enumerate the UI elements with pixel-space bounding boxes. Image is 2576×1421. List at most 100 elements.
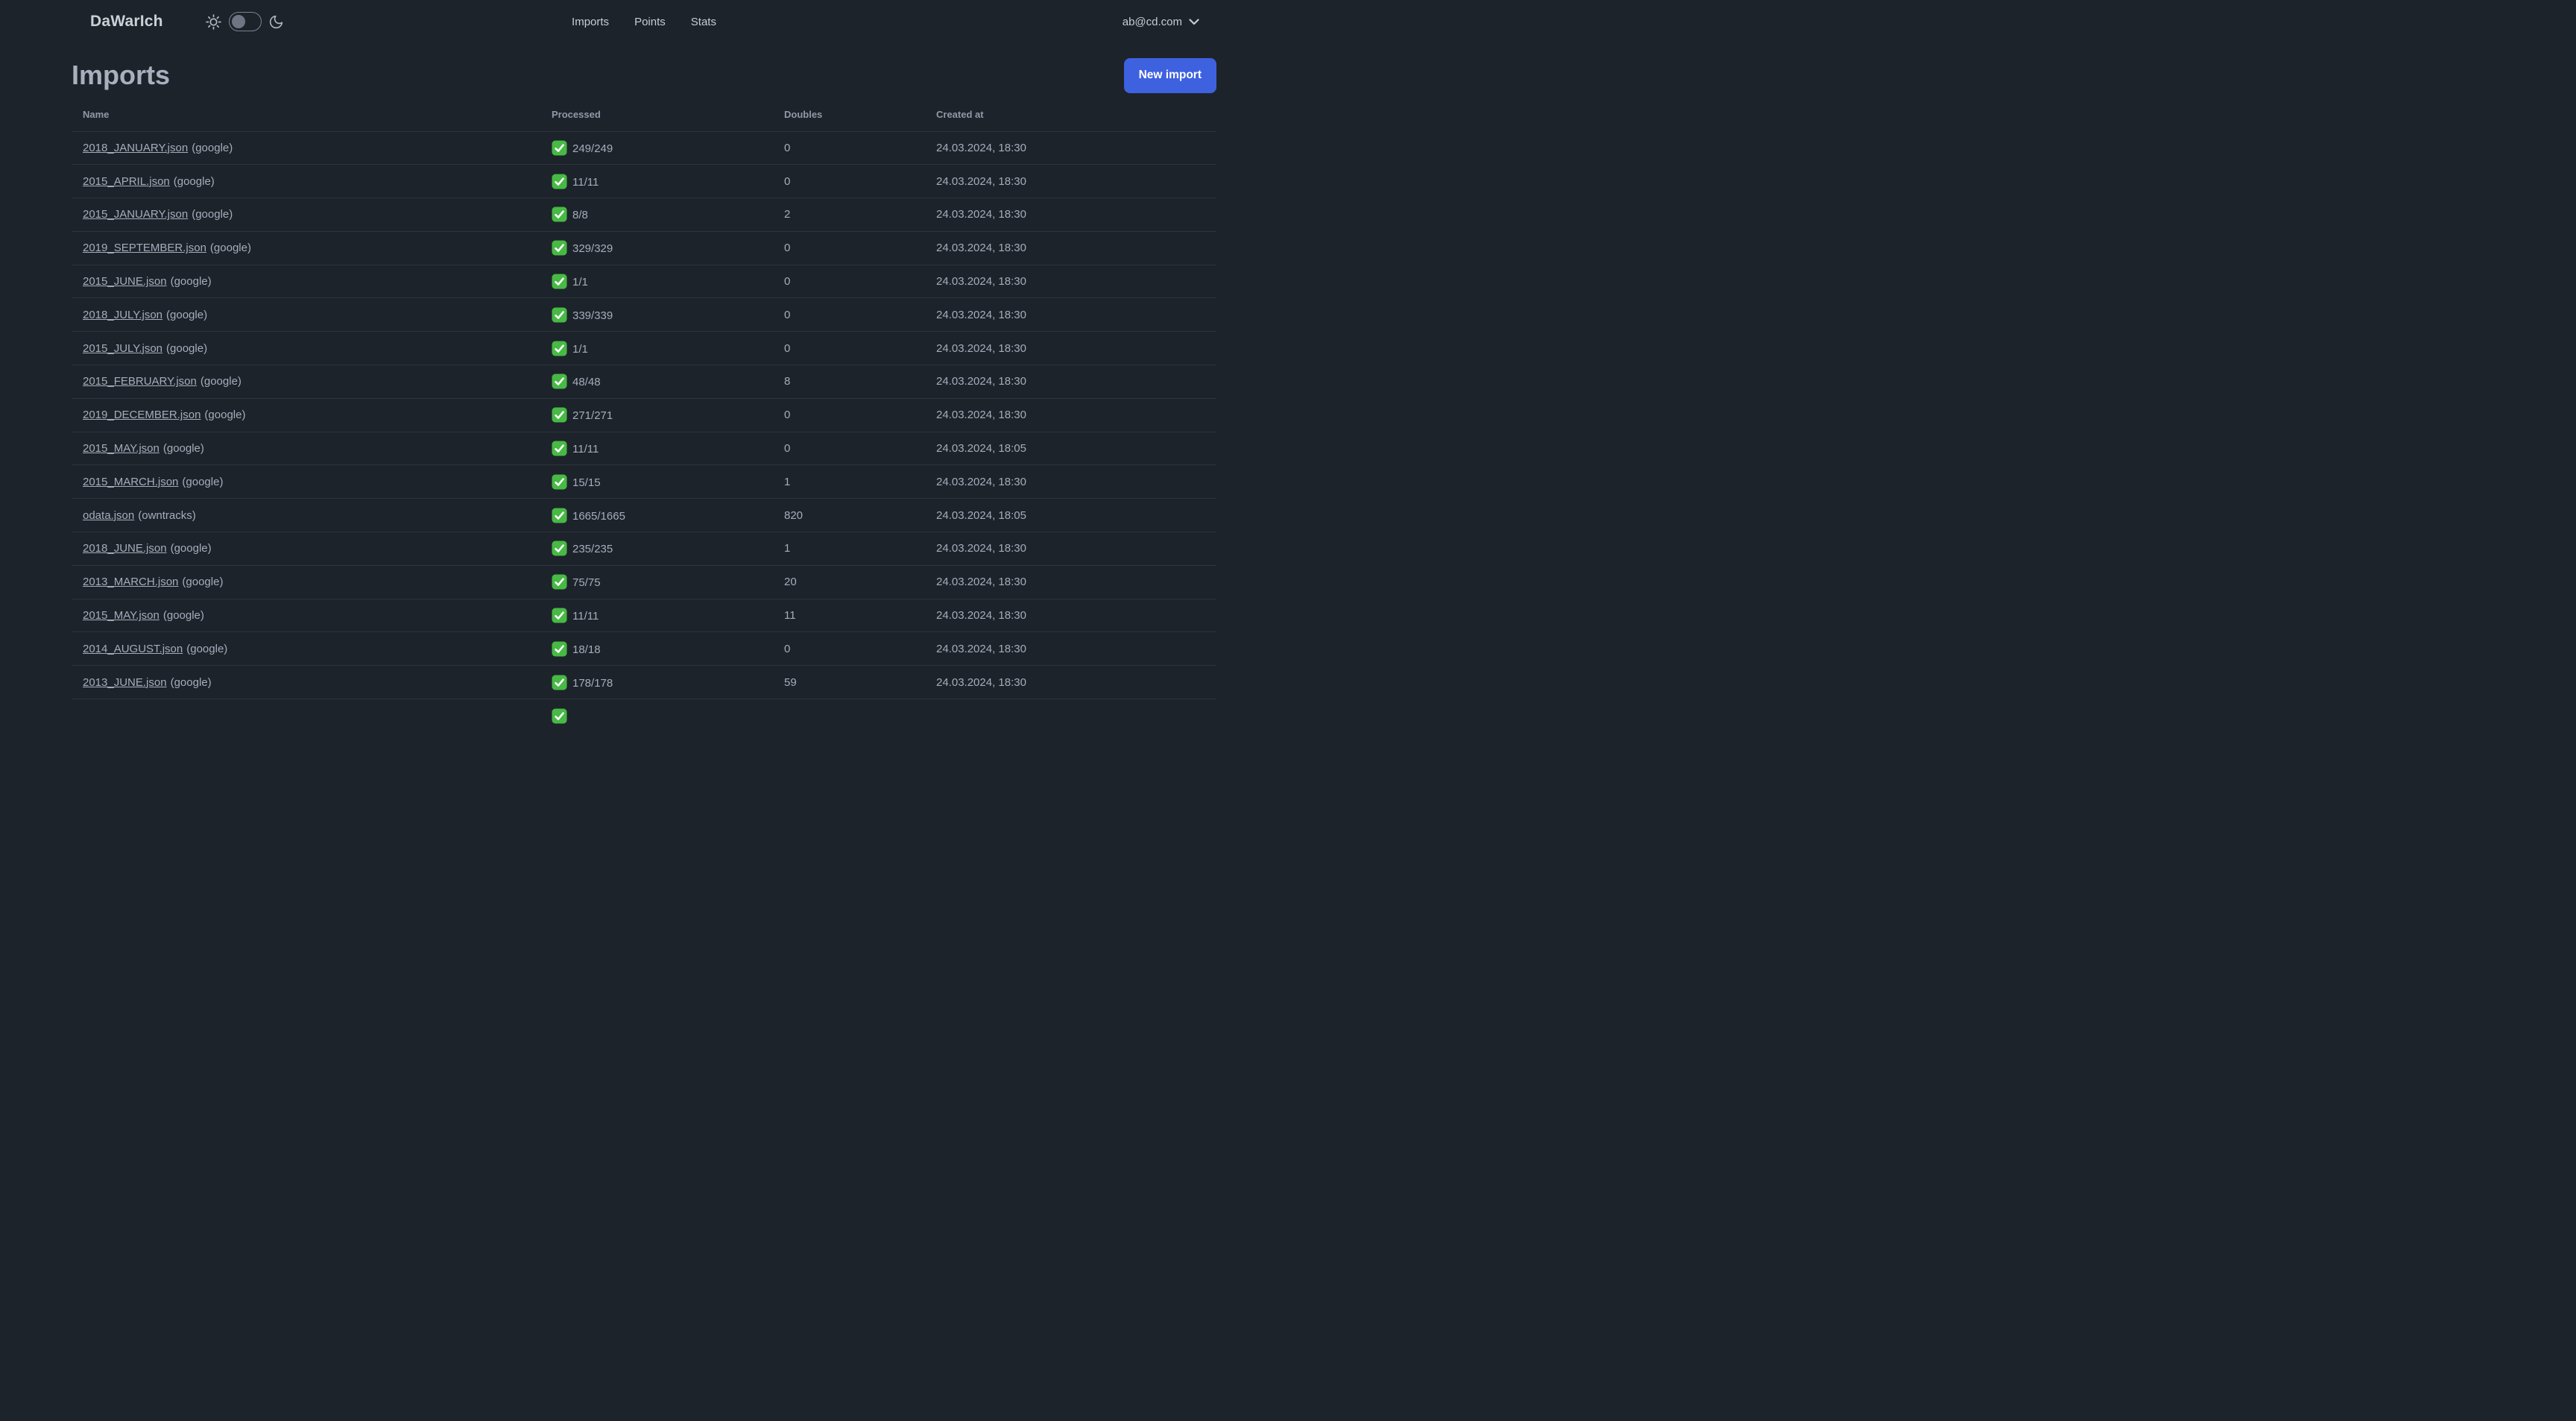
doubles-count: 0 (784, 242, 791, 255)
name-cell: 2015_MARCH.json (google) (72, 465, 540, 499)
doubles-count: 820 (784, 508, 804, 522)
created-at-value: 24.03.2024, 18:30 (936, 308, 1026, 321)
created-at-value: 24.03.2024, 18:30 (936, 675, 1026, 689)
success-check-icon (552, 508, 567, 523)
nav-link-points[interactable]: Points (634, 16, 666, 28)
created-at-value: 24.03.2024, 18:30 (936, 542, 1026, 555)
processed-cell (540, 699, 773, 733)
processed-cell: 329/329 (540, 231, 773, 265)
import-source-label: (google) (204, 409, 246, 422)
success-check-icon (552, 274, 567, 289)
table-row: 2018_JUNE.json (google) 235/235 1 24.03.2… (72, 532, 1216, 566)
table-row: 2015_MAY.json (google) 11/11 11 24.03.202… (72, 599, 1216, 632)
import-file-link[interactable]: 2015_JULY.json (83, 342, 162, 355)
created-at-value: 24.03.2024, 18:30 (936, 576, 1026, 589)
processed-cell: 15/15 (540, 465, 773, 499)
column-header-name: Name (83, 108, 110, 120)
import-file-link[interactable]: 2013_MARCH.json (83, 576, 178, 588)
created-at-value: 24.03.2024, 18:30 (936, 475, 1026, 488)
import-source-label: (google) (170, 675, 212, 689)
processed-count: 18/18 (572, 643, 601, 656)
import-source-label: (google) (162, 609, 204, 623)
main-content: Imports New import Name Processed Double… (0, 57, 1288, 732)
column-header-created-at: Created at (936, 108, 984, 120)
table-row: 2015_MARCH.json (google) 15/15 1 24.03.20… (72, 464, 1216, 499)
doubles-count: 0 (784, 275, 791, 289)
import-file-link[interactable]: 2015_MAY.json (83, 609, 160, 622)
table-header-row: Name Processed Doubles Created at (72, 98, 1216, 131)
import-file-link[interactable]: 2014_AUGUST.json (83, 643, 183, 655)
import-source-label: (google) (186, 642, 228, 655)
name-cell: 2018_JULY.json (google) (72, 298, 540, 332)
created-at-value (925, 699, 1216, 733)
import-file-link[interactable]: 2019_SEPTEMBER.json (83, 242, 206, 254)
table-row: 2013_JUNE.json (google) 178/178 59 24.03.… (72, 665, 1216, 699)
import-file-link[interactable]: 2015_MAY.json (83, 442, 160, 455)
processed-count: 11/11 (572, 610, 599, 623)
name-cell: 2013_JUNE.json (google) (72, 666, 540, 699)
name-cell (72, 699, 540, 733)
theme-toggle[interactable] (228, 12, 262, 31)
moon-icon (269, 15, 282, 28)
table-row: 2015_JULY.json (google) 1/1 0 24.03.2024,… (72, 331, 1216, 365)
name-cell: 2019_DECEMBER.json (google) (72, 398, 540, 432)
created-at-value: 24.03.2024, 18:05 (936, 442, 1026, 456)
import-source-label: (google) (192, 141, 233, 154)
doubles-count: 0 (784, 174, 791, 188)
doubles-count: 59 (784, 675, 797, 689)
import-file-link[interactable]: 2015_FEBRUARY.json (83, 375, 197, 388)
imports-table: Name Processed Doubles Created at 2018_J… (72, 98, 1216, 732)
success-check-icon (552, 574, 567, 590)
created-at-value: 24.03.2024, 18:30 (936, 141, 1026, 154)
import-file-link[interactable]: 2018_JULY.json (83, 309, 162, 321)
processed-count: 1/1 (572, 276, 588, 289)
success-check-icon (552, 140, 567, 156)
import-file-link[interactable]: odata.json (83, 509, 134, 522)
table-row: 2018_JULY.json (google) 339/339 0 24.03.2… (72, 297, 1216, 332)
import-file-link[interactable]: 2013_JUNE.json (83, 676, 167, 689)
import-file-link[interactable]: 2019_DECEMBER.json (83, 409, 201, 421)
import-source-label: (google) (170, 542, 212, 555)
import-file-link[interactable]: 2015_JANUARY.json (83, 208, 188, 221)
column-header-doubles: Doubles (784, 108, 823, 120)
created-at-value: 24.03.2024, 18:30 (936, 341, 1026, 355)
import-file-link[interactable]: 2015_MARCH.json (83, 476, 178, 488)
user-menu[interactable]: ab@cd.com (1123, 16, 1199, 28)
table-row: 2015_APRIL.json (google) 11/11 0 24.03.20… (72, 164, 1216, 198)
name-cell: odata.json (owntracks) (72, 499, 540, 532)
processed-cell: 178/178 (540, 666, 773, 699)
import-file-link[interactable]: 2018_JANUARY.json (83, 142, 188, 154)
created-at-value: 24.03.2024, 18:30 (936, 208, 1026, 221)
processed-count: 1/1 (572, 342, 588, 356)
success-check-icon (552, 374, 567, 389)
created-at-value: 24.03.2024, 18:05 (936, 508, 1026, 522)
success-check-icon (552, 474, 567, 490)
table-row: 2015_MAY.json (google) 11/11 0 24.03.2024… (72, 432, 1216, 465)
theme-toggle-knob (231, 15, 245, 28)
nav-link-imports[interactable]: Imports (572, 16, 609, 28)
import-file-link[interactable]: 2015_JUNE.json (83, 275, 167, 288)
app-logo[interactable]: DaWarIch (90, 13, 163, 31)
processed-count: 1665/1665 (572, 509, 625, 523)
doubles-count: 0 (784, 308, 791, 321)
success-check-icon (552, 608, 567, 623)
processed-count: 15/15 (572, 476, 601, 489)
name-cell: 2015_JANUARY.json (google) (72, 198, 540, 232)
table-row: 2014_AUGUST.json (google) 18/18 0 24.03.2… (72, 631, 1216, 666)
success-check-icon (552, 641, 567, 657)
doubles-count (773, 699, 925, 733)
import-file-link[interactable]: 2015_APRIL.json (83, 175, 170, 188)
created-at-value: 24.03.2024, 18:30 (936, 642, 1026, 655)
success-check-icon (552, 541, 567, 556)
table-row: 2018_JANUARY.json (google) 249/249 0 24.0… (72, 131, 1216, 165)
navbar: DaWarIch Imports Points Stats ab@cd.com (0, 0, 1288, 43)
table-row: 2019_SEPTEMBER.json (google) 329/329 0 24… (72, 231, 1216, 265)
doubles-count: 20 (784, 576, 797, 589)
import-source-label: (google) (192, 208, 233, 221)
doubles-count: 0 (784, 442, 791, 456)
name-cell: 2015_JULY.json (google) (72, 332, 540, 365)
import-file-link[interactable]: 2018_JUNE.json (83, 542, 167, 555)
name-cell: 2014_AUGUST.json (google) (72, 632, 540, 666)
new-import-button[interactable]: New import (1123, 57, 1216, 93)
nav-link-stats[interactable]: Stats (691, 16, 716, 28)
